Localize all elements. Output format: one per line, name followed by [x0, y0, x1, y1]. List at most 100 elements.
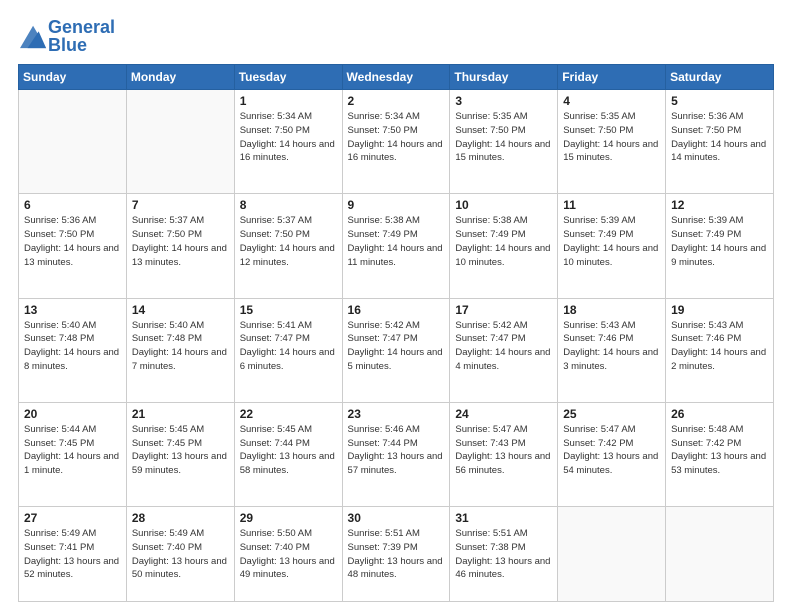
header: GeneralBlue	[18, 18, 774, 54]
day-number: 6	[24, 198, 121, 212]
day-number: 25	[563, 407, 660, 421]
calendar-header-saturday: Saturday	[666, 65, 774, 90]
calendar-cell: 25Sunrise: 5:47 AM Sunset: 7:42 PM Dayli…	[558, 402, 666, 506]
day-number: 1	[240, 94, 337, 108]
calendar-week-3: 13Sunrise: 5:40 AM Sunset: 7:48 PM Dayli…	[19, 298, 774, 402]
calendar-cell: 1 Sunrise: 5:34 AM Sunset: 7:50 PM Daylig…	[234, 90, 342, 194]
day-number: 11	[563, 198, 660, 212]
calendar-cell: 9 Sunrise: 5:38 AM Sunset: 7:49 PM Daylig…	[342, 194, 450, 298]
day-info: Sunrise: 5:46 AM Sunset: 7:44 PM Dayligh…	[348, 423, 445, 478]
calendar-header-sunday: Sunday	[19, 65, 127, 90]
day-info: Sunrise: 5:47 AM Sunset: 7:43 PM Dayligh…	[455, 423, 552, 478]
calendar-cell: 12 Sunrise: 5:39 AM Sunset: 7:49 PM Dayli…	[666, 194, 774, 298]
calendar-cell: 6 Sunrise: 5:36 AM Sunset: 7:50 PM Daylig…	[19, 194, 127, 298]
day-number: 15	[240, 303, 337, 317]
day-info: Sunrise: 5:50 AM Sunset: 7:40 PM Dayligh…	[240, 527, 337, 582]
calendar-table: SundayMondayTuesdayWednesdayThursdayFrid…	[18, 64, 774, 602]
day-info: Sunrise: 5:44 AM Sunset: 7:45 PM Dayligh…	[24, 423, 121, 478]
calendar-cell: 4 Sunrise: 5:35 AM Sunset: 7:50 PM Daylig…	[558, 90, 666, 194]
day-number: 9	[348, 198, 445, 212]
day-number: 10	[455, 198, 552, 212]
calendar-cell: 16 Sunrise: 5:42 AM Sunset: 7:47 PM Dayli…	[342, 298, 450, 402]
calendar-cell: 30 Sunrise: 5:51 AM Sunset: 7:39 PM Dayli…	[342, 507, 450, 602]
day-number: 31	[455, 511, 552, 525]
calendar-header-row: SundayMondayTuesdayWednesdayThursdayFrid…	[19, 65, 774, 90]
calendar-cell: 21Sunrise: 5:45 AM Sunset: 7:45 PM Dayli…	[126, 402, 234, 506]
day-info: Sunrise: 5:35 AM Sunset: 7:50 PM Dayligh…	[563, 110, 660, 165]
calendar-header-thursday: Thursday	[450, 65, 558, 90]
calendar-cell: 15 Sunrise: 5:41 AM Sunset: 7:47 PM Dayli…	[234, 298, 342, 402]
calendar-cell	[126, 90, 234, 194]
day-info: Sunrise: 5:38 AM Sunset: 7:49 PM Dayligh…	[348, 214, 445, 269]
calendar-cell: 22 Sunrise: 5:45 AM Sunset: 7:44 PM Dayli…	[234, 402, 342, 506]
calendar-cell: 28 Sunrise: 5:49 AM Sunset: 7:40 PM Dayli…	[126, 507, 234, 602]
day-info: Sunrise: 5:40 AM Sunset: 7:48 PM Dayligh…	[132, 319, 229, 374]
day-info: Sunrise: 5:36 AM Sunset: 7:50 PM Dayligh…	[24, 214, 121, 269]
calendar-cell: 29 Sunrise: 5:50 AM Sunset: 7:40 PM Dayli…	[234, 507, 342, 602]
calendar-cell: 13Sunrise: 5:40 AM Sunset: 7:48 PM Dayli…	[19, 298, 127, 402]
calendar-cell: 14 Sunrise: 5:40 AM Sunset: 7:48 PM Dayli…	[126, 298, 234, 402]
calendar-header-wednesday: Wednesday	[342, 65, 450, 90]
calendar-cell: 24 Sunrise: 5:47 AM Sunset: 7:43 PM Dayli…	[450, 402, 558, 506]
day-number: 24	[455, 407, 552, 421]
day-info: Sunrise: 5:34 AM Sunset: 7:50 PM Dayligh…	[240, 110, 337, 165]
calendar-cell: 7 Sunrise: 5:37 AM Sunset: 7:50 PM Daylig…	[126, 194, 234, 298]
day-number: 16	[348, 303, 445, 317]
calendar-header-monday: Monday	[126, 65, 234, 90]
calendar-cell	[666, 507, 774, 602]
calendar-cell: 8Sunrise: 5:37 AM Sunset: 7:50 PM Daylig…	[234, 194, 342, 298]
calendar-cell: 20Sunrise: 5:44 AM Sunset: 7:45 PM Dayli…	[19, 402, 127, 506]
day-info: Sunrise: 5:42 AM Sunset: 7:47 PM Dayligh…	[455, 319, 552, 374]
calendar-cell: 5 Sunrise: 5:36 AM Sunset: 7:50 PM Daylig…	[666, 90, 774, 194]
day-info: Sunrise: 5:41 AM Sunset: 7:47 PM Dayligh…	[240, 319, 337, 374]
day-info: Sunrise: 5:42 AM Sunset: 7:47 PM Dayligh…	[348, 319, 445, 374]
day-info: Sunrise: 5:39 AM Sunset: 7:49 PM Dayligh…	[671, 214, 768, 269]
day-number: 4	[563, 94, 660, 108]
day-number: 8	[240, 198, 337, 212]
day-number: 19	[671, 303, 768, 317]
day-number: 18	[563, 303, 660, 317]
calendar-cell: 17 Sunrise: 5:42 AM Sunset: 7:47 PM Dayli…	[450, 298, 558, 402]
day-info: Sunrise: 5:36 AM Sunset: 7:50 PM Dayligh…	[671, 110, 768, 165]
logo-icon	[20, 22, 48, 50]
calendar-cell: 10 Sunrise: 5:38 AM Sunset: 7:49 PM Dayli…	[450, 194, 558, 298]
calendar-cell: 3 Sunrise: 5:35 AM Sunset: 7:50 PM Daylig…	[450, 90, 558, 194]
day-number: 30	[348, 511, 445, 525]
day-info: Sunrise: 5:45 AM Sunset: 7:44 PM Dayligh…	[240, 423, 337, 478]
page: GeneralBlue SundayMondayTuesdayWednesday…	[0, 0, 792, 612]
day-number: 7	[132, 198, 229, 212]
day-info: Sunrise: 5:48 AM Sunset: 7:42 PM Dayligh…	[671, 423, 768, 478]
day-info: Sunrise: 5:35 AM Sunset: 7:50 PM Dayligh…	[455, 110, 552, 165]
day-number: 26	[671, 407, 768, 421]
day-info: Sunrise: 5:39 AM Sunset: 7:49 PM Dayligh…	[563, 214, 660, 269]
day-number: 29	[240, 511, 337, 525]
day-info: Sunrise: 5:51 AM Sunset: 7:38 PM Dayligh…	[455, 527, 552, 582]
day-info: Sunrise: 5:49 AM Sunset: 7:41 PM Dayligh…	[24, 527, 121, 582]
day-number: 22	[240, 407, 337, 421]
day-number: 28	[132, 511, 229, 525]
day-number: 14	[132, 303, 229, 317]
day-info: Sunrise: 5:38 AM Sunset: 7:49 PM Dayligh…	[455, 214, 552, 269]
day-number: 5	[671, 94, 768, 108]
calendar-week-2: 6 Sunrise: 5:36 AM Sunset: 7:50 PM Daylig…	[19, 194, 774, 298]
day-info: Sunrise: 5:49 AM Sunset: 7:40 PM Dayligh…	[132, 527, 229, 582]
calendar-cell: 18 Sunrise: 5:43 AM Sunset: 7:46 PM Dayli…	[558, 298, 666, 402]
day-number: 27	[24, 511, 121, 525]
logo: GeneralBlue	[18, 18, 115, 54]
day-number: 3	[455, 94, 552, 108]
calendar-cell: 19 Sunrise: 5:43 AM Sunset: 7:46 PM Dayli…	[666, 298, 774, 402]
logo-text: GeneralBlue	[48, 18, 115, 54]
day-number: 17	[455, 303, 552, 317]
calendar-week-1: 1 Sunrise: 5:34 AM Sunset: 7:50 PM Daylig…	[19, 90, 774, 194]
day-info: Sunrise: 5:40 AM Sunset: 7:48 PM Dayligh…	[24, 319, 121, 374]
calendar-cell: 2Sunrise: 5:34 AM Sunset: 7:50 PM Daylig…	[342, 90, 450, 194]
calendar-week-4: 20Sunrise: 5:44 AM Sunset: 7:45 PM Dayli…	[19, 402, 774, 506]
calendar-cell: 26 Sunrise: 5:48 AM Sunset: 7:42 PM Dayli…	[666, 402, 774, 506]
day-info: Sunrise: 5:43 AM Sunset: 7:46 PM Dayligh…	[563, 319, 660, 374]
day-info: Sunrise: 5:37 AM Sunset: 7:50 PM Dayligh…	[132, 214, 229, 269]
day-info: Sunrise: 5:45 AM Sunset: 7:45 PM Dayligh…	[132, 423, 229, 478]
day-number: 12	[671, 198, 768, 212]
calendar-cell: 11 Sunrise: 5:39 AM Sunset: 7:49 PM Dayli…	[558, 194, 666, 298]
day-info: Sunrise: 5:51 AM Sunset: 7:39 PM Dayligh…	[348, 527, 445, 582]
day-info: Sunrise: 5:43 AM Sunset: 7:46 PM Dayligh…	[671, 319, 768, 374]
